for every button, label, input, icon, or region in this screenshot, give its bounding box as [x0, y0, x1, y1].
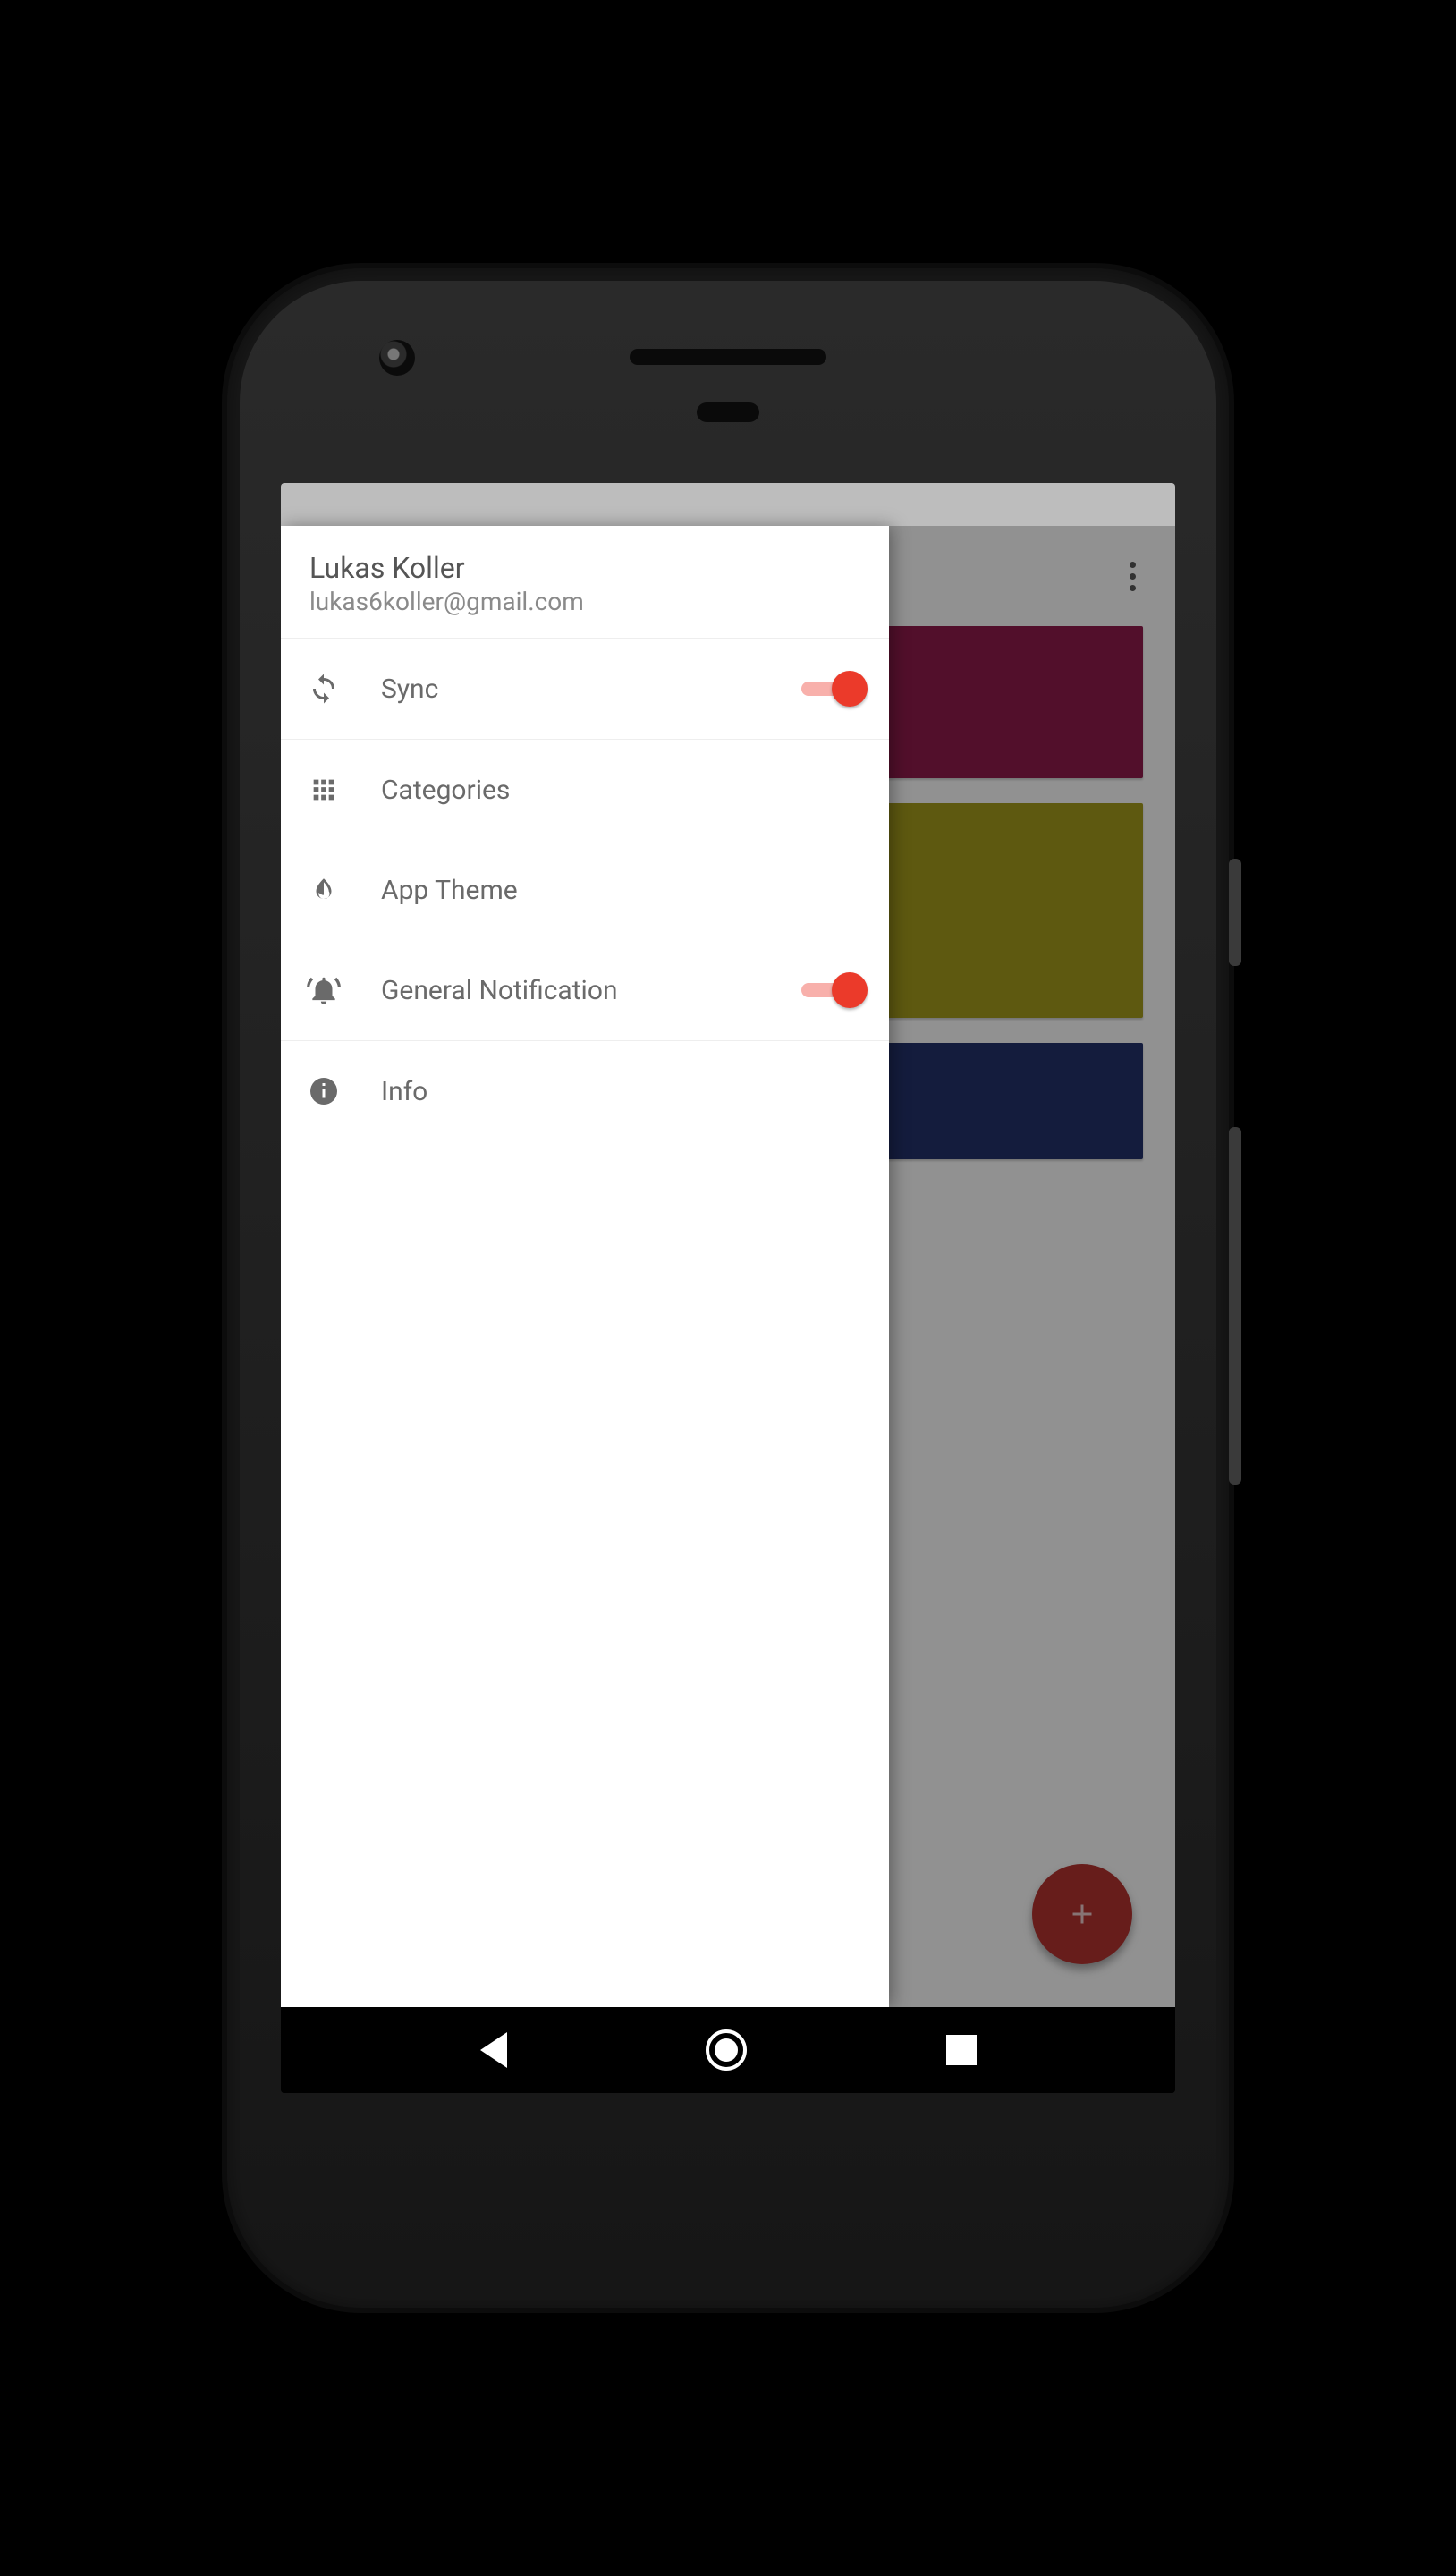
phone-speaker: [630, 349, 826, 365]
drawer-item-theme[interactable]: App Theme: [281, 840, 889, 940]
drawer-item-sync[interactable]: Sync: [281, 639, 889, 739]
nav-back-button[interactable]: [480, 2032, 507, 2068]
bell-alert-icon: [302, 969, 345, 1012]
system-nav-bar: [281, 2007, 1175, 2093]
phone-power-button: [1229, 859, 1241, 966]
grid-icon: [302, 768, 345, 811]
drawer-account-header[interactable]: Lukas Koller lukas6koller@gmail.com: [281, 526, 889, 639]
status-bar: [281, 483, 1175, 526]
phone-frame: Lukas Koller lukas6koller@gmail.com Sync: [227, 268, 1229, 2308]
account-email: lukas6koller@gmail.com: [309, 587, 860, 616]
screen: Lukas Koller lukas6koller@gmail.com Sync: [281, 483, 1175, 2093]
sync-toggle[interactable]: [801, 676, 864, 701]
square-icon: [946, 2035, 977, 2065]
drawer-item-label: App Theme: [381, 875, 864, 906]
phone-sensor: [697, 402, 759, 422]
back-icon: [480, 2032, 507, 2068]
contrast-icon: [302, 869, 345, 911]
nav-recents-button[interactable]: [946, 2035, 977, 2065]
drawer-item-notifications[interactable]: General Notification: [281, 940, 889, 1040]
drawer-item-info[interactable]: Info: [281, 1041, 889, 1141]
nav-drawer: Lukas Koller lukas6koller@gmail.com Sync: [281, 526, 889, 2007]
drawer-item-label: General Notification: [381, 975, 766, 1006]
drawer-item-label: Sync: [381, 674, 766, 705]
notifications-toggle[interactable]: [801, 978, 864, 1003]
drawer-item-label: Info: [381, 1076, 864, 1107]
nav-home-button[interactable]: [706, 2029, 747, 2071]
drawer-item-label: Categories: [381, 775, 864, 806]
sync-icon: [302, 667, 345, 710]
drawer-item-categories[interactable]: Categories: [281, 740, 889, 840]
account-name: Lukas Koller: [309, 551, 860, 585]
home-icon: [706, 2029, 747, 2071]
phone-volume-button: [1229, 1127, 1241, 1485]
phone-camera: [379, 340, 415, 376]
info-icon: [302, 1070, 345, 1113]
